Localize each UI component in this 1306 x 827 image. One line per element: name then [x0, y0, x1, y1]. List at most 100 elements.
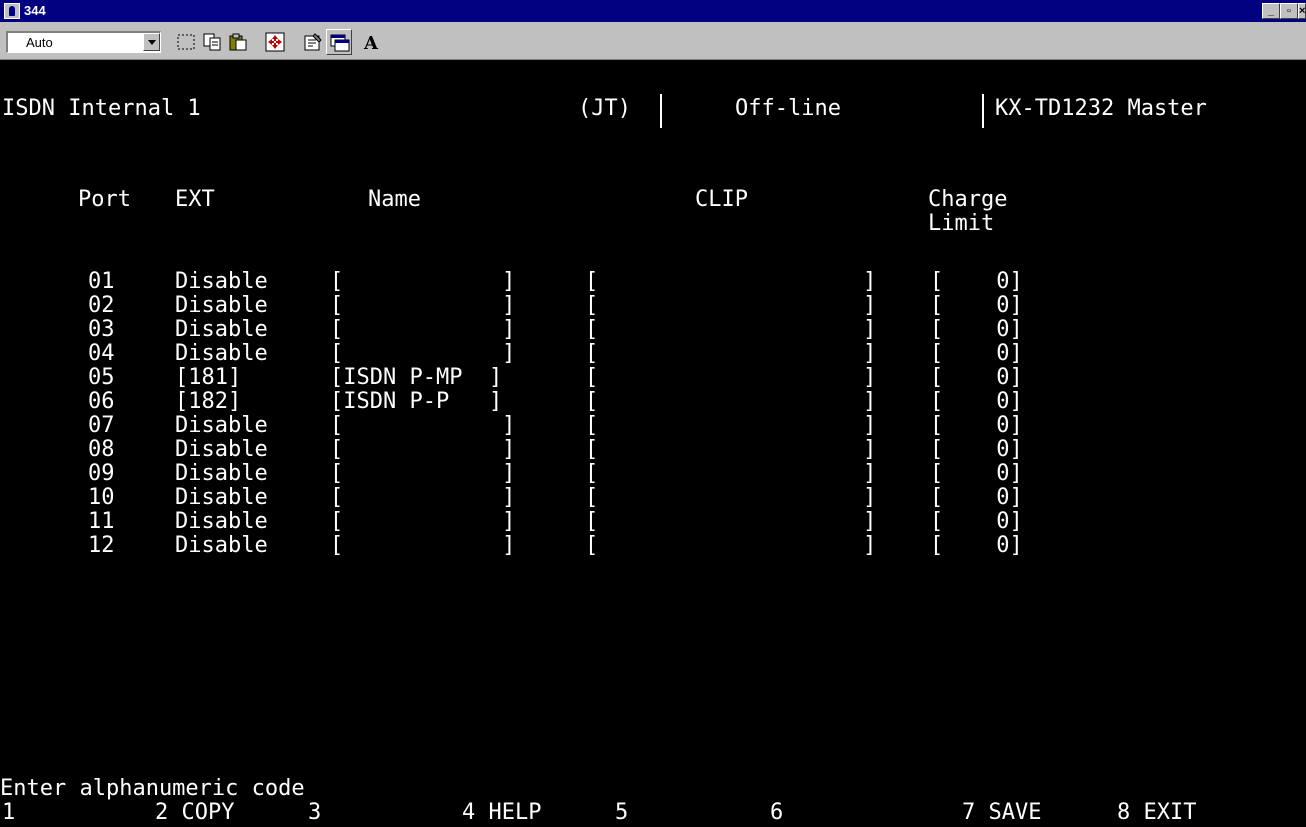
name-field[interactable]: [ ] — [330, 438, 515, 462]
port-number: 09 — [88, 461, 115, 486]
jt-indicator: (JT) — [578, 96, 631, 121]
clip-field[interactable]: [ ] — [585, 462, 876, 486]
ext-field[interactable]: [182] — [175, 390, 241, 414]
name-field[interactable]: [ISDN P-P ] — [330, 390, 502, 414]
port-number: 03 — [88, 317, 115, 342]
charge-limit-field[interactable]: [ 0] — [930, 510, 1023, 534]
font-button[interactable]: A — [358, 29, 384, 55]
ext-field[interactable]: Disable — [175, 270, 268, 294]
name-field[interactable]: [ ] — [330, 342, 515, 366]
port-number: 05 — [88, 365, 115, 390]
minimize-button[interactable]: _ — [1262, 3, 1280, 19]
fullscreen-button[interactable] — [262, 29, 288, 55]
clip-field[interactable]: [ ] — [585, 510, 876, 534]
name-field[interactable]: [ ] — [330, 510, 515, 534]
fkey-3[interactable]: 3 — [308, 801, 335, 825]
copy-button[interactable] — [199, 29, 225, 55]
name-field[interactable]: [ ] — [330, 318, 515, 342]
name-field[interactable]: [ ] — [330, 462, 515, 486]
column-header-limit: Limit — [928, 211, 995, 236]
fkey-7-save[interactable]: 7 SAVE — [962, 801, 1041, 825]
fkey-8-exit[interactable]: 8 EXIT — [1117, 801, 1196, 825]
clip-field[interactable]: [ ] — [585, 390, 876, 414]
clip-field[interactable]: [ ] — [585, 366, 876, 390]
column-header-name: Name — [368, 187, 421, 212]
ext-field[interactable]: Disable — [175, 438, 268, 462]
fkey-6[interactable]: 6 — [770, 801, 797, 825]
clip-field[interactable]: [ ] — [585, 294, 876, 318]
terminal-screen[interactable]: ISDN Internal 1 (JT) Off-line KX-TD1232 … — [0, 60, 1306, 827]
clip-field[interactable]: [ ] — [585, 342, 876, 366]
charge-limit-field[interactable]: [ 0] — [930, 318, 1023, 342]
fkey-2-copy[interactable]: 2 COPY — [155, 801, 234, 825]
model-name: KX-TD1232 Master — [995, 96, 1207, 121]
charge-limit-field[interactable]: [ 0] — [930, 366, 1023, 390]
column-header-clip: CLIP — [695, 187, 748, 212]
ext-field[interactable]: Disable — [175, 486, 268, 510]
title-bar: 344 _ ▫ × — [0, 0, 1306, 22]
ext-field[interactable]: Disable — [175, 342, 268, 366]
font-size-value: Auto — [26, 35, 53, 50]
port-number: 06 — [88, 389, 115, 414]
clip-field[interactable]: [ ] — [585, 270, 876, 294]
status-prompt: Enter alphanumeric code — [0, 776, 305, 801]
copy-icon — [203, 33, 221, 51]
port-number: 07 — [88, 413, 115, 438]
clip-field[interactable]: [ ] — [585, 486, 876, 510]
mark-button[interactable] — [173, 29, 199, 55]
name-field[interactable]: [ISDN P-MP ] — [330, 366, 502, 390]
port-number: 11 — [88, 509, 115, 534]
name-field[interactable]: [ ] — [330, 294, 515, 318]
column-header-charge: Charge — [928, 187, 1008, 212]
charge-limit-field[interactable]: [ 0] — [930, 294, 1023, 318]
column-header-port: Port — [78, 187, 131, 212]
ext-field[interactable]: Disable — [175, 294, 268, 318]
header-divider — [982, 94, 984, 128]
charge-limit-field[interactable]: [ 0] — [930, 534, 1023, 558]
clip-field[interactable]: [ ] — [585, 414, 876, 438]
clip-field[interactable]: [ ] — [585, 438, 876, 462]
clip-field[interactable]: [ ] — [585, 534, 876, 558]
window-title: 344 — [24, 3, 46, 18]
name-field[interactable]: [ ] — [330, 534, 515, 558]
name-field[interactable]: [ ] — [330, 270, 515, 294]
port-number: 01 — [88, 269, 115, 294]
column-header-ext: EXT — [175, 187, 215, 212]
properties-button[interactable] — [300, 29, 326, 55]
ext-field[interactable]: Disable — [175, 318, 268, 342]
port-number: 08 — [88, 437, 115, 462]
toolbar: Auto A — [0, 22, 1306, 60]
fullscreen-icon — [265, 32, 285, 52]
connection-status: Off-line — [735, 96, 841, 121]
window-icon — [330, 34, 350, 52]
screen-title: ISDN Internal 1 — [2, 96, 201, 121]
ext-field[interactable]: Disable — [175, 414, 268, 438]
charge-limit-field[interactable]: [ 0] — [930, 342, 1023, 366]
charge-limit-field[interactable]: [ 0] — [930, 270, 1023, 294]
charge-limit-field[interactable]: [ 0] — [930, 414, 1023, 438]
chevron-down-icon[interactable] — [143, 33, 160, 51]
paste-icon — [229, 33, 247, 51]
charge-limit-field[interactable]: [ 0] — [930, 438, 1023, 462]
ext-field[interactable]: [181] — [175, 366, 241, 390]
charge-limit-field[interactable]: [ 0] — [930, 390, 1023, 414]
maximize-button[interactable]: ▫ — [1280, 3, 1298, 19]
ext-field[interactable]: Disable — [175, 534, 268, 558]
charge-limit-field[interactable]: [ 0] — [930, 462, 1023, 486]
ext-field[interactable]: Disable — [175, 510, 268, 534]
fkey-5[interactable]: 5 — [615, 801, 642, 825]
paste-button[interactable] — [225, 29, 251, 55]
font-icon: A — [363, 33, 379, 52]
name-field[interactable]: [ ] — [330, 486, 515, 510]
fkey-4-help[interactable]: 4 HELP — [462, 801, 541, 825]
close-button[interactable]: × — [1298, 3, 1306, 19]
svg-text:A: A — [363, 33, 379, 52]
ext-field[interactable]: Disable — [175, 462, 268, 486]
background-button[interactable] — [326, 29, 352, 55]
clip-field[interactable]: [ ] — [585, 318, 876, 342]
font-size-select[interactable]: Auto — [6, 31, 161, 53]
charge-limit-field[interactable]: [ 0] — [930, 486, 1023, 510]
name-field[interactable]: [ ] — [330, 414, 515, 438]
lock-icon[interactable] — [4, 3, 20, 19]
fkey-1[interactable]: 1 — [2, 801, 29, 825]
